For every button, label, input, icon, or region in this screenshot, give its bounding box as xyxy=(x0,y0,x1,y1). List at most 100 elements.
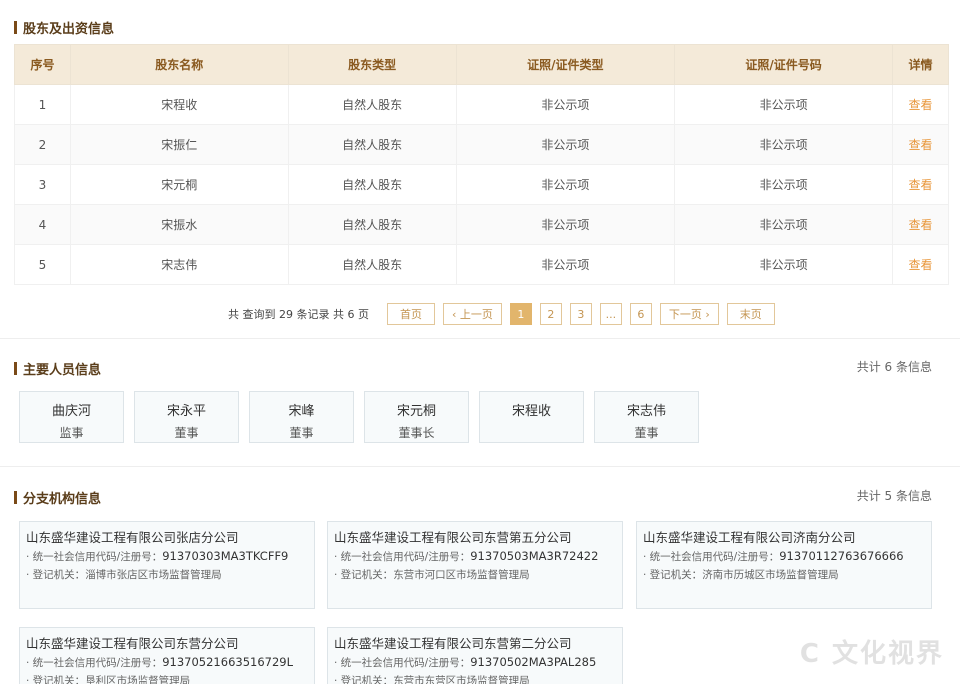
row-cert-no: 非公示项 xyxy=(674,164,893,205)
prev-page-button[interactable]: ‹ 上一页 xyxy=(442,303,502,325)
personnel-title-text: 主要人员信息 xyxy=(23,363,102,378)
header-detail: 详情 xyxy=(892,44,949,85)
view-detail-link[interactable]: 查看 xyxy=(892,124,949,165)
branch-authority: 淄博市张店区市场监督管理局 xyxy=(85,569,222,581)
branch-code-line: · 统一社会信用代码/注册号：91370503MA3R72422 xyxy=(334,549,616,564)
row-no: 3 xyxy=(14,164,71,205)
person-card: 宋元桐 董事长 xyxy=(364,391,469,443)
row-type: 自然人股东 xyxy=(287,164,457,205)
person-role: 监事 xyxy=(59,426,84,440)
shareholders-title-text: 股东及出资信息 xyxy=(23,22,115,37)
branches-section-title: 分支机构信息 xyxy=(14,488,101,507)
person-name: 宋元桐 xyxy=(396,404,436,419)
authority-label: · 登记机关： xyxy=(26,675,86,684)
person-role: 董事 xyxy=(634,426,659,440)
section-marker xyxy=(14,491,17,504)
branch-authority: 东营市河口区市场监督管理局 xyxy=(393,569,530,581)
code-label: · 统一社会信用代码/注册号： xyxy=(26,551,163,563)
person-name: 宋永平 xyxy=(166,404,206,419)
view-detail-link[interactable]: 查看 xyxy=(892,244,949,285)
branch-code: 91370112763676666 xyxy=(779,549,904,563)
header-cert-type: 证照/证件类型 xyxy=(455,44,676,85)
view-detail-link[interactable]: 查看 xyxy=(892,204,949,245)
page-button-3[interactable]: 3 xyxy=(569,303,592,325)
row-cert-type: 非公示项 xyxy=(455,124,676,165)
person-card: 宋志伟 董事 xyxy=(594,391,699,443)
person-name: 宋志伟 xyxy=(626,404,666,419)
branches-count: 共计 5 条信息 xyxy=(856,489,932,503)
row-cert-type: 非公示项 xyxy=(455,204,676,245)
person-card: 曲庆河 监事 xyxy=(19,391,124,443)
row-cert-type: 非公示项 xyxy=(455,164,676,205)
personnel-count: 共计 6 条信息 xyxy=(856,360,932,374)
table-row: 2 宋振仁 自然人股东 非公示项 非公示项 查看 xyxy=(14,124,949,165)
watermark-logo: C 文化视界 xyxy=(799,639,944,669)
branch-authority-line: · 登记机关：济南市历城区市场监督管理局 xyxy=(643,567,925,582)
page-ellipsis: ... xyxy=(599,303,622,325)
branch-card: 山东盛华建设工程有限公司东营第二分公司 · 统一社会信用代码/注册号：91370… xyxy=(327,627,623,684)
row-no: 1 xyxy=(14,84,71,125)
branch-authority-line: · 登记机关：东营市东营区市场监督管理局 xyxy=(334,673,616,684)
header-type: 股东类型 xyxy=(287,44,457,85)
personnel-list: 曲庆河 监事 宋永平 董事 宋峰 董事 宋元桐 董事长 宋程收 宋志伟 董事 xyxy=(19,391,709,443)
row-cert-no: 非公示项 xyxy=(674,244,893,285)
row-name: 宋振水 xyxy=(69,204,289,245)
row-cert-no: 非公示项 xyxy=(674,204,893,245)
branches-title-text: 分支机构信息 xyxy=(23,492,102,507)
row-cert-type: 非公示项 xyxy=(455,244,676,285)
row-type: 自然人股东 xyxy=(287,204,457,245)
branch-card: 山东盛华建设工程有限公司张店分公司 · 统一社会信用代码/注册号：9137030… xyxy=(19,521,315,609)
authority-label: · 登记机关： xyxy=(334,675,394,684)
last-page-button[interactable]: 末页 xyxy=(726,303,775,325)
shareholders-section-title: 股东及出资信息 xyxy=(14,18,114,37)
view-detail-link[interactable]: 查看 xyxy=(892,164,949,205)
row-cert-type: 非公示项 xyxy=(455,84,676,125)
branch-code-line: · 统一社会信用代码/注册号：91370112763676666 xyxy=(643,549,925,564)
row-name: 宋振仁 xyxy=(69,124,289,165)
row-name: 宋元桐 xyxy=(69,164,289,205)
person-role: 董事 xyxy=(174,426,199,440)
branch-name: 山东盛华建设工程有限公司张店分公司 xyxy=(26,530,239,545)
branch-authority: 垦利区市场监督管理局 xyxy=(85,675,191,684)
header-name: 股东名称 xyxy=(69,44,289,85)
code-label: · 统一社会信用代码/注册号： xyxy=(334,551,471,563)
next-page-button[interactable]: 下一页 › xyxy=(659,303,719,325)
code-label: · 统一社会信用代码/注册号： xyxy=(334,657,471,669)
table-header-row: 序号 股东名称 股东类型 证照/证件类型 证照/证件号码 详情 xyxy=(14,44,949,85)
table-row: 3 宋元桐 自然人股东 非公示项 非公示项 查看 xyxy=(14,164,949,205)
code-label: · 统一社会信用代码/注册号： xyxy=(643,551,780,563)
authority-label: · 登记机关： xyxy=(334,569,394,581)
page-button-6[interactable]: 6 xyxy=(629,303,652,325)
branch-authority-line: · 登记机关：垦利区市场监督管理局 xyxy=(26,673,308,684)
branch-code-line: · 统一社会信用代码/注册号：91370502MA3PAL285 xyxy=(334,655,616,670)
first-page-button[interactable]: 首页 xyxy=(386,303,435,325)
page-button-1[interactable]: 1 xyxy=(509,303,532,325)
branch-authority-line: · 登记机关：东营市河口区市场监督管理局 xyxy=(334,567,616,582)
table-row: 1 宋程收 自然人股东 非公示项 非公示项 查看 xyxy=(14,84,949,125)
row-no: 4 xyxy=(14,204,71,245)
pagination-summary: 共 查询到 29 条记录 共 6 页 xyxy=(228,308,369,321)
header-no: 序号 xyxy=(14,44,71,85)
section-divider xyxy=(0,338,960,339)
page-button-2[interactable]: 2 xyxy=(539,303,562,325)
row-name: 宋程收 xyxy=(69,84,289,125)
branch-authority: 济南市历城区市场监督管理局 xyxy=(702,569,839,581)
shareholders-table: 序号 股东名称 股东类型 证照/证件类型 证照/证件号码 详情 1 宋程收 自然… xyxy=(14,44,949,285)
section-marker xyxy=(14,21,17,34)
section-divider xyxy=(0,466,960,467)
view-detail-link[interactable]: 查看 xyxy=(892,84,949,125)
row-type: 自然人股东 xyxy=(287,84,457,125)
row-cert-no: 非公示项 xyxy=(674,124,893,165)
person-name: 曲庆河 xyxy=(51,404,91,419)
person-card: 宋峰 董事 xyxy=(249,391,354,443)
code-label: · 统一社会信用代码/注册号： xyxy=(26,657,163,669)
row-cert-no: 非公示项 xyxy=(674,84,893,125)
branch-code-line: · 统一社会信用代码/注册号：91370303MA3TKCFF9 xyxy=(26,549,308,564)
branch-name: 山东盛华建设工程有限公司东营分公司 xyxy=(26,636,239,651)
branch-name: 山东盛华建设工程有限公司济南分公司 xyxy=(643,530,856,545)
branch-code: 91370503MA3R72422 xyxy=(470,549,599,563)
branch-code: 91370502MA3PAL285 xyxy=(470,655,597,669)
row-type: 自然人股东 xyxy=(287,124,457,165)
person-card: 宋程收 xyxy=(479,391,584,443)
branch-name: 山东盛华建设工程有限公司东营第二分公司 xyxy=(334,636,572,651)
